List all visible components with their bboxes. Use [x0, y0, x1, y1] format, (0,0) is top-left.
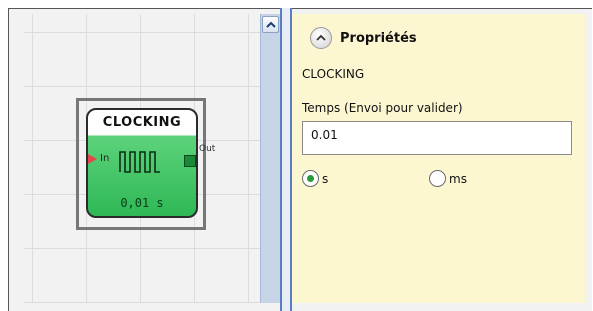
time-input[interactable]: 0.01	[302, 121, 572, 155]
input-port-label: In	[100, 153, 110, 164]
properties-panel: Propriétés CLOCKING Temps (Envoi pour va…	[292, 14, 585, 303]
properties-header: Propriétés	[310, 26, 417, 50]
chevron-up-icon	[265, 21, 276, 28]
vertical-scrollbar[interactable]	[260, 14, 281, 303]
chevron-up-icon	[316, 34, 326, 41]
clocking-block[interactable]: CLOCKING In 0,01 s	[86, 108, 198, 218]
block-title: CLOCKING	[102, 115, 182, 130]
unit-option-ms[interactable]: ms	[429, 170, 467, 187]
radio-s-label: s	[322, 171, 329, 186]
properties-title: Propriétés	[340, 30, 417, 46]
unit-option-s[interactable]: s	[302, 170, 328, 187]
output-port-label: Out	[199, 144, 216, 154]
collapse-button[interactable]	[310, 27, 332, 49]
radio-ms-label: ms	[449, 171, 467, 186]
radio-s[interactable]	[302, 170, 319, 187]
selected-block-name: CLOCKING	[302, 67, 365, 81]
block-value: 0,01 s	[120, 196, 164, 210]
time-field-label: Temps (Envoi pour valider)	[302, 101, 463, 115]
output-port[interactable]	[184, 155, 196, 167]
radio-ms[interactable]	[429, 170, 446, 187]
clock-pulse-icon	[119, 151, 160, 173]
input-arrow-icon[interactable]	[88, 154, 97, 164]
scroll-up-button[interactable]	[262, 16, 279, 33]
panel-splitter[interactable]	[280, 8, 292, 311]
